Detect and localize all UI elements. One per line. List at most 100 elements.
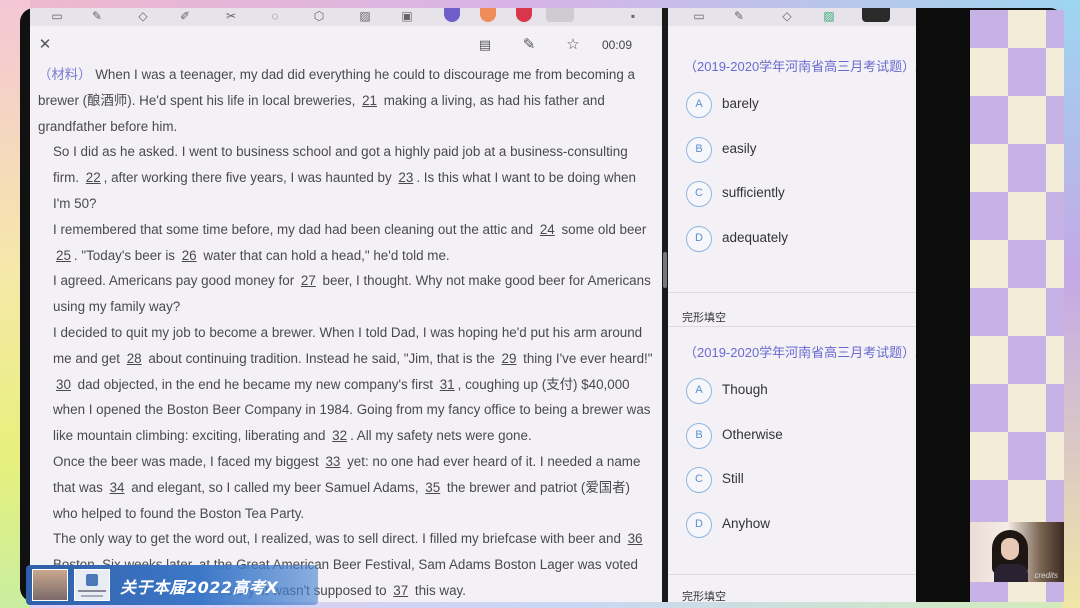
passage-paragraph: I remembered that some time before, my d… bbox=[38, 217, 654, 269]
option-text: Anyhow bbox=[722, 515, 771, 531]
watermark: credits bbox=[1034, 571, 1058, 580]
checker-cell bbox=[1046, 192, 1064, 240]
checker-cell bbox=[1046, 384, 1064, 432]
passage-paragraph: （材料） When I was a teenager, my dad did e… bbox=[38, 62, 654, 139]
option-text: Still bbox=[722, 471, 744, 486]
checker-cell bbox=[1046, 48, 1064, 96]
blank-21[interactable]: 21 bbox=[359, 93, 380, 108]
passage-text: water that can hold a head," he'd told m… bbox=[199, 247, 450, 263]
blank-27[interactable]: 27 bbox=[298, 273, 319, 288]
checker-cell bbox=[970, 192, 1008, 240]
question-separator bbox=[668, 292, 916, 293]
lasso-icon[interactable]: ◌ bbox=[266, 10, 284, 22]
blank-37[interactable]: 37 bbox=[390, 583, 411, 598]
split-view-handle[interactable] bbox=[663, 252, 667, 288]
blank-35[interactable]: 35 bbox=[422, 480, 443, 495]
layers-icon[interactable]: ▭ bbox=[48, 10, 66, 22]
pen-icon[interactable]: ✎ bbox=[730, 10, 748, 22]
passage-paragraph: I decided to quit my job to become a bre… bbox=[38, 320, 654, 449]
color-purple-swatch[interactable] bbox=[444, 8, 460, 22]
logo-icon bbox=[86, 574, 98, 586]
layers-icon[interactable]: ▭ bbox=[690, 10, 708, 22]
image-icon[interactable]: ▨ bbox=[820, 10, 838, 22]
highlighter-icon[interactable]: ✐ bbox=[176, 10, 194, 22]
checker-cell bbox=[970, 96, 1008, 144]
option-text: easily bbox=[722, 140, 757, 156]
checker-cell bbox=[970, 288, 1008, 336]
pen-icon[interactable]: ✎ bbox=[88, 10, 106, 22]
option-text: Otherwise bbox=[722, 426, 783, 442]
option-letter-badge: B bbox=[686, 136, 712, 163]
checker-cell bbox=[1046, 432, 1064, 480]
checker-cell bbox=[1008, 288, 1046, 336]
document-header: ✕ ▤ ✎ ☆ 00:09 bbox=[30, 26, 662, 62]
answer-sheet-icon[interactable]: ▤ bbox=[476, 36, 494, 54]
option-a[interactable]: A Though bbox=[686, 378, 906, 406]
question-separator bbox=[668, 574, 916, 575]
checker-cell bbox=[1046, 288, 1064, 336]
checker-cell bbox=[970, 240, 1008, 288]
option-b[interactable]: Beasily bbox=[686, 136, 906, 165]
blank-29[interactable]: 29 bbox=[499, 351, 520, 366]
blank-36[interactable]: 36 bbox=[625, 531, 646, 546]
tablet-screen: ▭ ✎ ◇ ✐ ✂ ◌ ⬡ ▨ ▣ ▪ ✕ ▤ ✎ ☆ 00:09 （材料） W… bbox=[20, 8, 1064, 602]
checker-cell bbox=[970, 10, 1008, 48]
blank-22[interactable]: 22 bbox=[83, 170, 104, 185]
decorative-checker-border bbox=[970, 10, 1064, 602]
option-a[interactable]: Abarely bbox=[686, 92, 906, 120]
checker-cell bbox=[1008, 96, 1046, 144]
color-red-swatch[interactable] bbox=[516, 8, 532, 22]
promo-banner[interactable]: 关于本届2022高考X bbox=[26, 565, 318, 605]
checker-cell bbox=[970, 336, 1008, 384]
blank-30[interactable]: 30 bbox=[53, 377, 74, 392]
checker-cell bbox=[970, 384, 1008, 432]
option-d[interactable]: Dadequately bbox=[686, 225, 906, 254]
camera-tool-slot[interactable] bbox=[862, 8, 890, 22]
option-letter-badge: B bbox=[686, 422, 712, 449]
checker-cell bbox=[1008, 240, 1046, 288]
blank-33[interactable]: 33 bbox=[322, 454, 343, 469]
image-icon[interactable]: ▨ bbox=[356, 10, 374, 22]
blank-32[interactable]: 32 bbox=[329, 428, 350, 443]
blank-23[interactable]: 23 bbox=[395, 170, 416, 185]
passage-text: . All my safety nets were gone. bbox=[350, 428, 532, 444]
banner-thumbnail-logo bbox=[74, 569, 110, 601]
textbox-icon[interactable]: ▣ bbox=[398, 10, 416, 22]
eraser-icon[interactable]: ◇ bbox=[134, 10, 152, 22]
shape-icon[interactable]: ⬡ bbox=[310, 10, 328, 22]
checker-cell bbox=[1008, 432, 1046, 480]
option-c[interactable]: C Still bbox=[686, 467, 906, 495]
passage-paragraph: Once the beer was made, I faced my bigge… bbox=[38, 449, 654, 526]
blank-31[interactable]: 31 bbox=[437, 377, 458, 392]
material-tag: （材料） bbox=[38, 67, 96, 82]
blank-25[interactable]: 25 bbox=[53, 248, 74, 263]
blank-24[interactable]: 24 bbox=[537, 222, 558, 237]
banner-title: 关于本届2022高考X bbox=[120, 578, 279, 597]
passage-pane: ▭ ✎ ◇ ✐ ✂ ◌ ⬡ ▨ ▣ ▪ ✕ ▤ ✎ ☆ 00:09 （材料） W… bbox=[30, 8, 662, 602]
checker-cell bbox=[1008, 48, 1046, 96]
favorite-star-icon[interactable]: ☆ bbox=[564, 36, 582, 54]
checker-cell bbox=[970, 432, 1008, 480]
more-tools-icon[interactable]: ▪ bbox=[624, 10, 642, 22]
blank-28[interactable]: 28 bbox=[124, 351, 145, 366]
option-b[interactable]: B Otherwise bbox=[686, 422, 906, 451]
option-d[interactable]: D Anyhow bbox=[686, 511, 906, 540]
close-icon[interactable]: ✕ bbox=[36, 36, 54, 54]
color-orange-swatch[interactable] bbox=[480, 8, 496, 22]
scissors-icon[interactable]: ✂ bbox=[222, 10, 240, 22]
checker-cell bbox=[1046, 144, 1064, 192]
blank-34[interactable]: 34 bbox=[107, 480, 128, 495]
option-letter-badge: A bbox=[686, 378, 712, 404]
option-c[interactable]: Csufficiently bbox=[686, 181, 906, 209]
eraser-icon[interactable]: ◇ bbox=[778, 10, 796, 22]
section-label: 完形填空 bbox=[682, 591, 726, 602]
reading-passage: （材料） When I was a teenager, my dad did e… bbox=[38, 62, 654, 602]
checker-cell bbox=[1046, 240, 1064, 288]
active-tool-slot[interactable] bbox=[546, 8, 574, 22]
passage-text: , after working there five years, I was … bbox=[103, 170, 396, 186]
banner-thumbnail-photo bbox=[32, 569, 68, 601]
empty-screen-area bbox=[916, 8, 970, 602]
edit-pencil-icon[interactable]: ✎ bbox=[520, 36, 538, 54]
blank-26[interactable]: 26 bbox=[179, 248, 200, 263]
passage-text: about continuing tradition. Instead he s… bbox=[144, 350, 499, 366]
